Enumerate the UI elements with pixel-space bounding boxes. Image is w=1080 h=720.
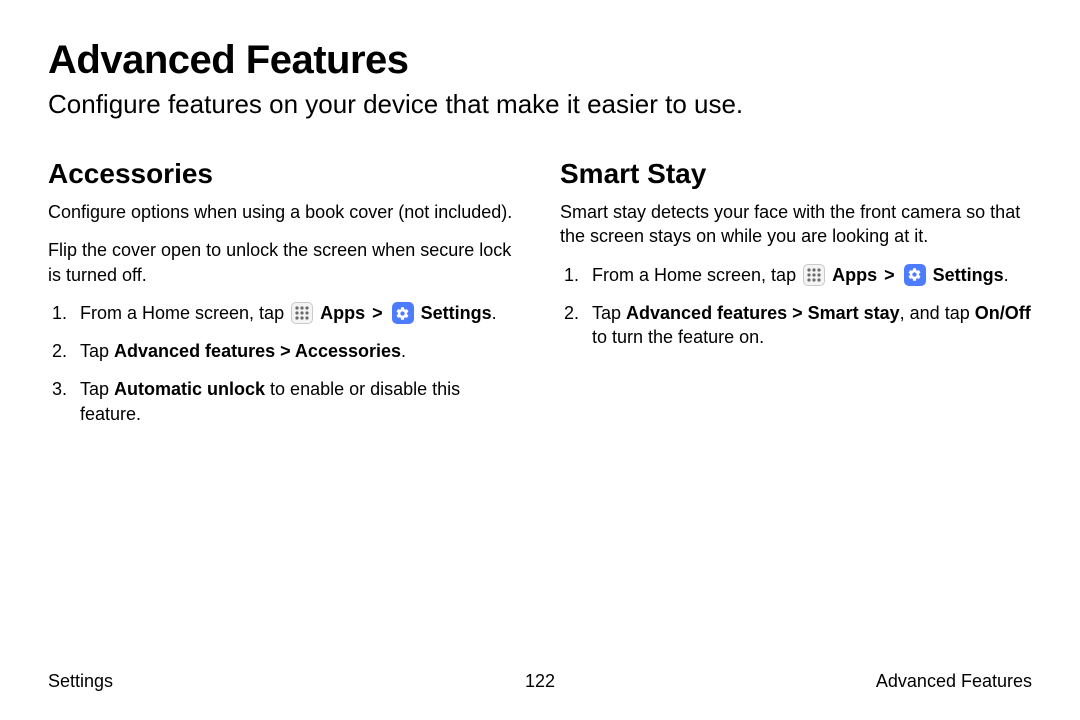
accessories-step-1: From a Home screen, tap Apps > Settings. [48, 301, 520, 325]
period: . [401, 341, 406, 361]
apps-label: Apps [320, 303, 365, 323]
on-off-label: On/Off [975, 303, 1031, 323]
step-text: to turn the feature on. [592, 327, 764, 347]
accessories-step-2: Tap Advanced features > Accessories. [48, 339, 520, 363]
settings-label: Settings [421, 303, 492, 323]
step-text: Tap [80, 341, 114, 361]
accessories-steps: From a Home screen, tap Apps > Settings.… [48, 301, 520, 426]
step-text: Tap [592, 303, 626, 323]
column-accessories: Accessories Configure options when using… [48, 158, 520, 440]
apps-label: Apps [832, 265, 877, 285]
accessories-desc-2: Flip the cover open to unlock the screen… [48, 238, 520, 287]
section-heading-accessories: Accessories [48, 158, 520, 190]
smart-stay-step-1: From a Home screen, tap Apps > Settings. [560, 263, 1032, 287]
accessories-step-3: Tap Automatic unlock to enable or disabl… [48, 377, 520, 426]
content-columns: Accessories Configure options when using… [48, 158, 1032, 440]
period: . [1004, 265, 1009, 285]
apps-icon [803, 264, 825, 286]
chevron-right-icon: > [882, 265, 897, 285]
smart-stay-step-2: Tap Advanced features > Smart stay, and … [560, 301, 1032, 350]
page-subtitle: Configure features on your device that m… [48, 89, 1032, 120]
apps-icon [291, 302, 313, 324]
step-text: Tap [80, 379, 114, 399]
footer-page-number: 122 [48, 671, 1032, 692]
settings-label: Settings [933, 265, 1004, 285]
page-title: Advanced Features [48, 38, 1032, 83]
step-text: From a Home screen, tap [80, 303, 289, 323]
settings-icon [904, 264, 926, 286]
step-text: , and tap [900, 303, 975, 323]
smart-stay-steps: From a Home screen, tap Apps > Settings.… [560, 263, 1032, 350]
smart-stay-desc: Smart stay detects your face with the fr… [560, 200, 1032, 249]
path-advanced-smartstay: Advanced features > Smart stay [626, 303, 900, 323]
path-advanced-accessories: Advanced features > Accessories [114, 341, 401, 361]
automatic-unlock-label: Automatic unlock [114, 379, 265, 399]
accessories-desc-1: Configure options when using a book cove… [48, 200, 520, 224]
column-smart-stay: Smart Stay Smart stay detects your face … [560, 158, 1032, 440]
period: . [492, 303, 497, 323]
section-heading-smart-stay: Smart Stay [560, 158, 1032, 190]
settings-icon [392, 302, 414, 324]
page-footer: Settings 122 Advanced Features [48, 671, 1032, 692]
chevron-right-icon: > [370, 303, 385, 323]
step-text: From a Home screen, tap [592, 265, 801, 285]
